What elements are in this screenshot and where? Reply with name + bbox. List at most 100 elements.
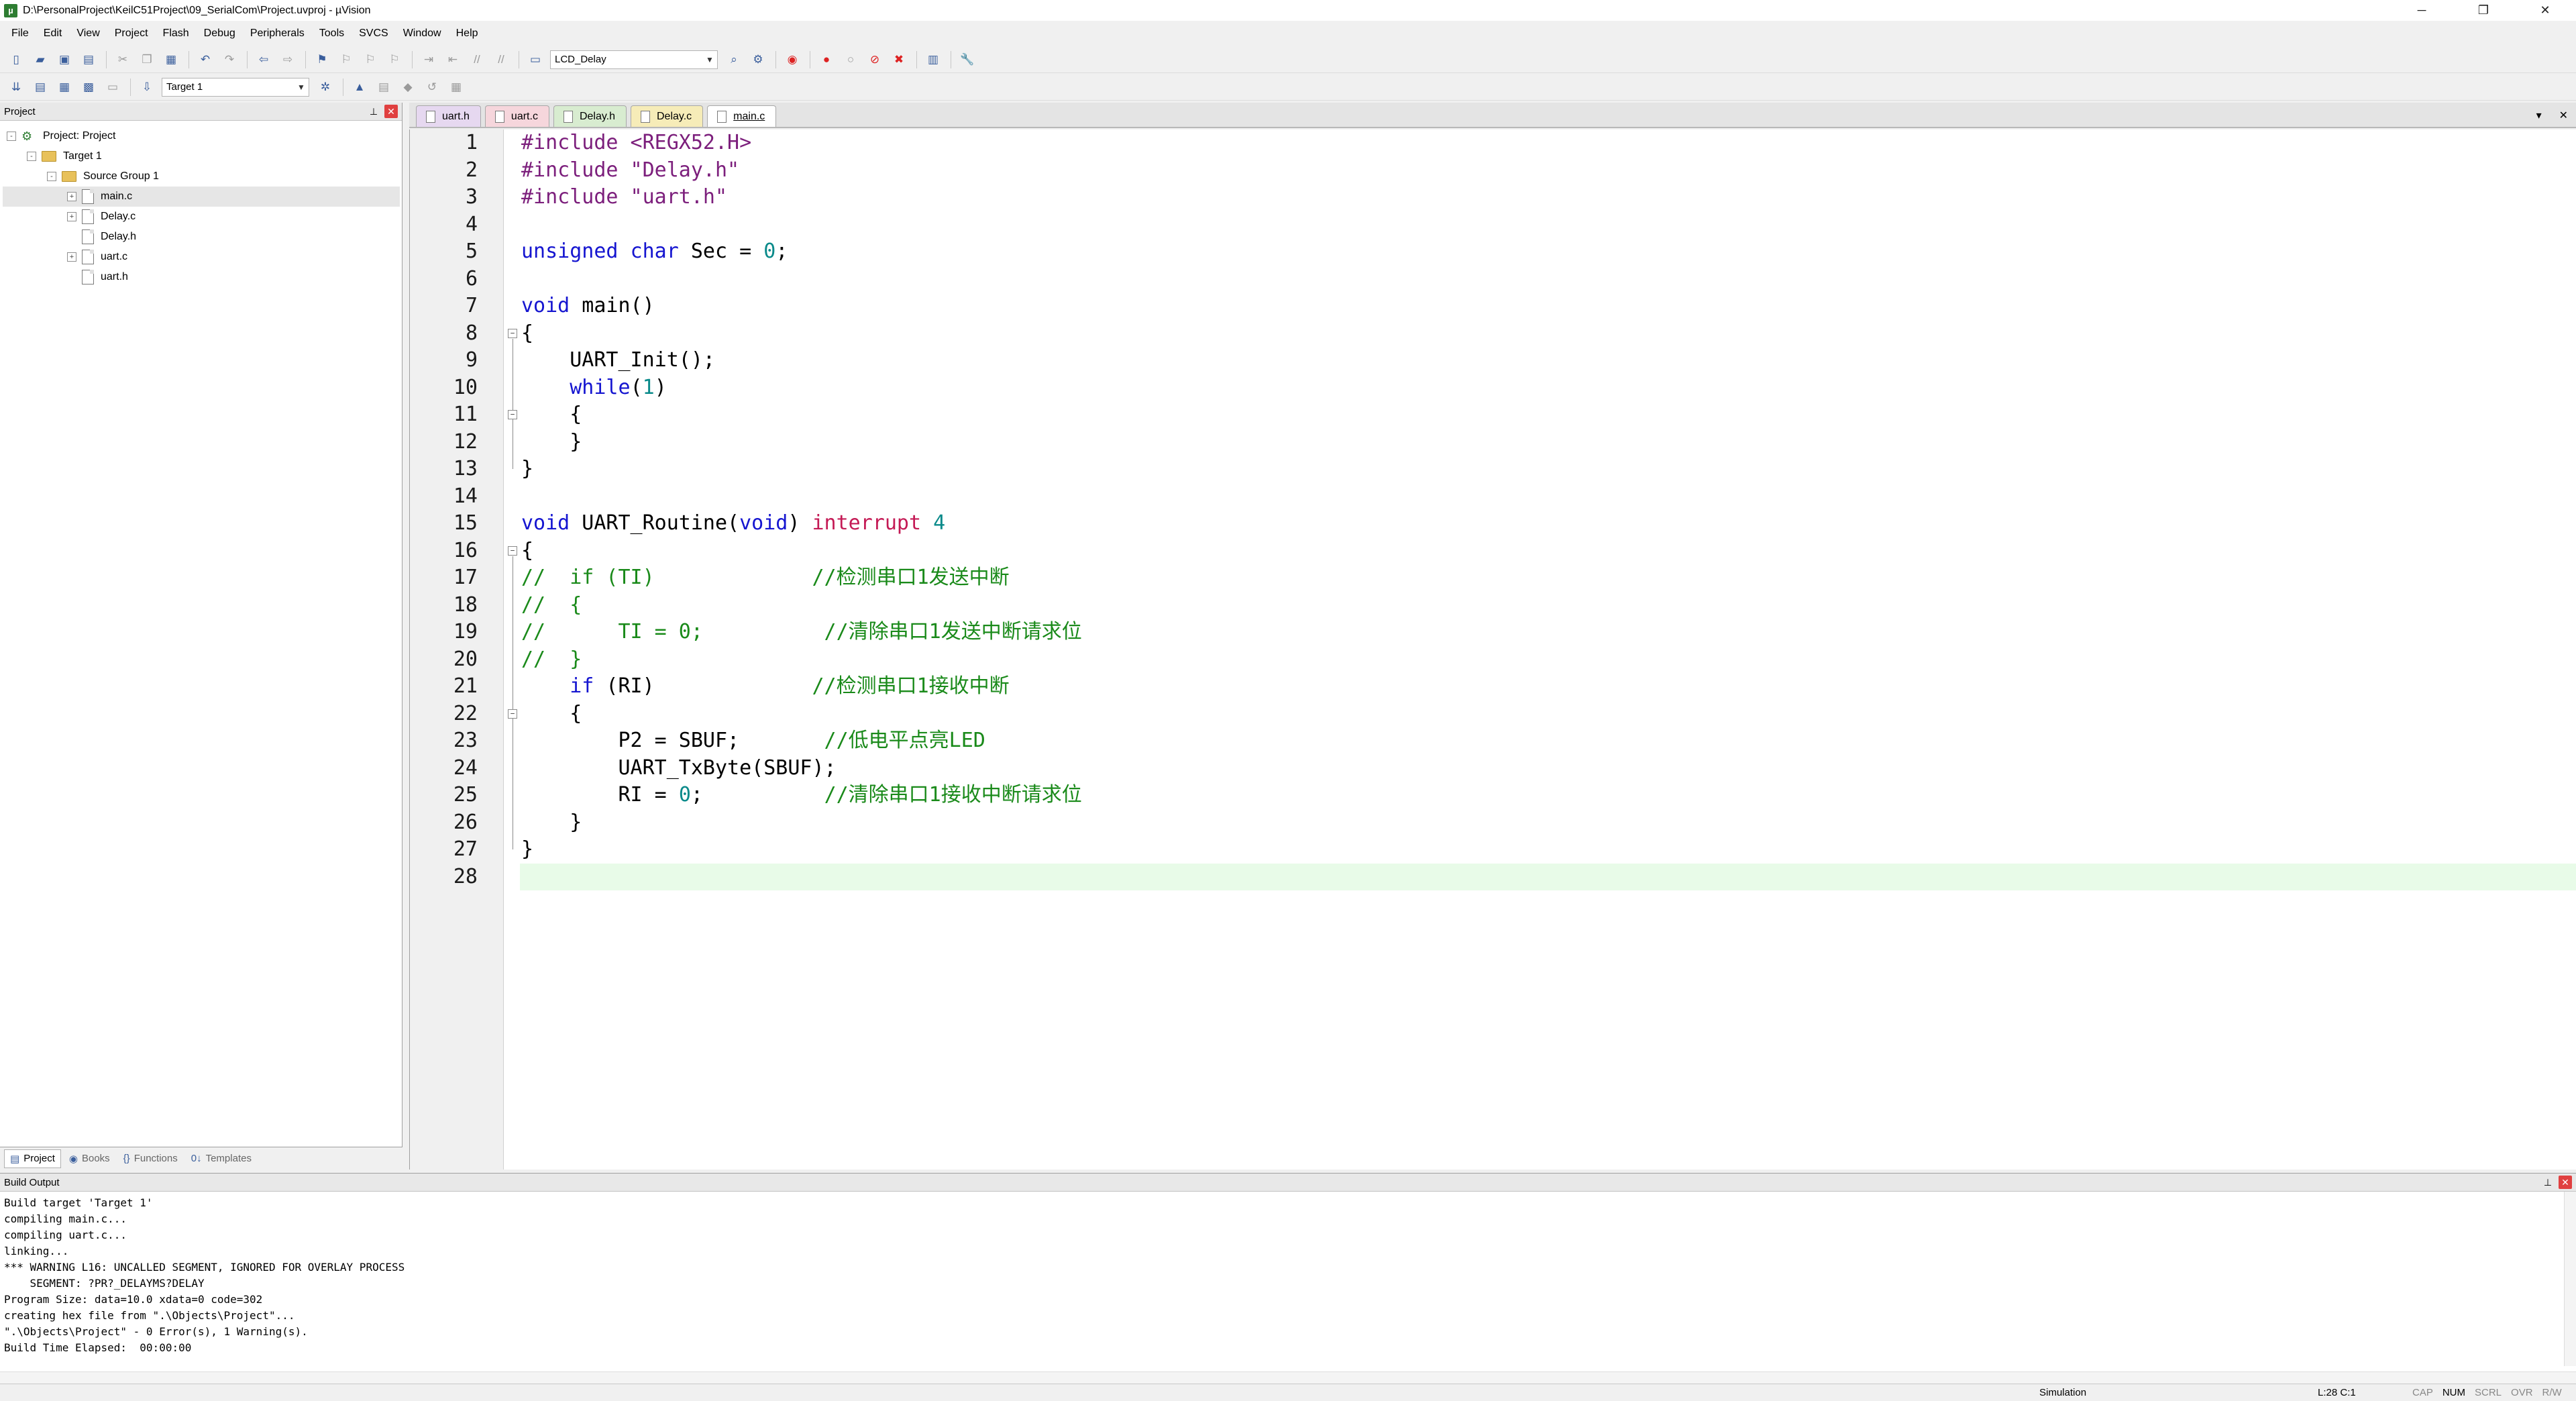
redo-icon[interactable]: ↷ — [220, 50, 239, 69]
build-output-text[interactable]: Build target 'Target 1' compiling main.c.… — [4, 1195, 405, 1356]
kill-all-breakpoints-icon[interactable]: ✖ — [890, 50, 908, 69]
code-line[interactable]: if (RI) //检测串口1接收中断 — [521, 673, 1009, 701]
navigate-forward-icon[interactable]: ⇨ — [278, 50, 297, 69]
code-line[interactable]: { — [521, 320, 533, 348]
function-combo[interactable]: LCD_Delay ▼ — [550, 50, 718, 69]
editor-tab-uart-h[interactable]: uart.h — [416, 105, 481, 127]
open-file-icon[interactable]: ▰ — [31, 50, 50, 69]
close-icon[interactable]: ✕ — [384, 105, 398, 118]
tree-item-target-1[interactable]: - Target 1 — [0, 146, 102, 166]
close-icon[interactable]: ✕ — [2559, 1176, 2572, 1189]
vertical-scrollbar[interactable] — [2564, 1192, 2576, 1366]
fold-collapse-icon[interactable]: − — [508, 328, 517, 338]
code-line[interactable]: UART_Init(); — [521, 347, 715, 374]
code-line[interactable]: void main() — [521, 293, 655, 320]
menu-help[interactable]: Help — [449, 21, 486, 46]
target-options-icon[interactable]: ✲ — [316, 78, 335, 97]
menu-project[interactable]: Project — [107, 21, 156, 46]
start-debug-icon[interactable]: ◉ — [783, 50, 802, 69]
editor-tab-main-c[interactable]: main.c — [707, 105, 777, 127]
configure-icon[interactable]: 🔧 — [958, 50, 977, 69]
code-line[interactable]: } — [521, 836, 533, 864]
tree-item-uart-h[interactable]: uart.h — [0, 267, 128, 287]
pack-installer-icon[interactable]: ↺ — [423, 78, 441, 97]
save-icon[interactable]: ▣ — [55, 50, 74, 69]
multi-project-icon[interactable]: ▦ — [447, 78, 466, 97]
manage-runtime-icon[interactable]: ◆ — [398, 78, 417, 97]
paste-icon[interactable]: ▦ — [162, 50, 180, 69]
translate-icon[interactable]: ⇊ — [7, 78, 25, 97]
breakpoint-icon[interactable]: ● — [817, 50, 836, 69]
pin-icon[interactable]: ⊥ — [367, 105, 380, 118]
tree-item-delay-c[interactable]: + Delay.c — [0, 207, 136, 227]
menu-window[interactable]: Window — [396, 21, 449, 46]
stop-build-icon[interactable]: ▭ — [103, 78, 122, 97]
clear-bookmarks-icon[interactable]: ⚐ — [385, 50, 404, 69]
tab-templates[interactable]: 0↓ Templates — [186, 1149, 257, 1168]
manage-project-items-icon[interactable]: ▲ — [350, 78, 369, 97]
minimize-button[interactable]: ─ — [2391, 0, 2453, 21]
menu-edit[interactable]: Edit — [36, 21, 70, 46]
save-all-icon[interactable]: ▤ — [79, 50, 98, 69]
pin-icon[interactable]: ⊥ — [2541, 1176, 2555, 1189]
code-line[interactable]: { — [521, 537, 533, 565]
download-icon[interactable]: ⇩ — [138, 78, 156, 97]
collapse-icon[interactable]: - — [27, 152, 36, 161]
maximize-button[interactable]: ❐ — [2453, 0, 2514, 21]
prev-bookmark-icon[interactable]: ⚐ — [337, 50, 356, 69]
code-line[interactable]: // if (TI) //检测串口1发送中断 — [521, 564, 1010, 592]
code-line[interactable]: { — [521, 701, 582, 728]
find-in-files-icon[interactable]: ▭ — [526, 50, 545, 69]
tree-item-main-c[interactable]: + main.c — [3, 187, 400, 207]
uncomment-icon[interactable]: // — [492, 50, 511, 69]
rebuild-icon[interactable]: ▦ — [55, 78, 74, 97]
collapse-icon[interactable]: - — [7, 132, 16, 141]
navigate-back-icon[interactable]: ⇦ — [254, 50, 273, 69]
build-icon[interactable]: ▤ — [31, 78, 50, 97]
code-line[interactable]: #include "Delay.h" — [521, 157, 739, 185]
menu-debug[interactable]: Debug — [197, 21, 243, 46]
code-editor[interactable]: 1 2 3 4 5 6 7 8 9 10 11 12 13 14 15 16 17 18 19 20 21 22 23 24 2… — [409, 129, 2576, 1170]
code-line[interactable]: // } — [521, 646, 582, 674]
code-line[interactable]: unsigned char Sec = 0; — [521, 238, 788, 266]
code-line[interactable]: } — [521, 429, 582, 456]
expand-icon[interactable]: + — [67, 192, 76, 201]
tab-project[interactable]: ▤ Project — [4, 1149, 61, 1168]
tree-item-source-group-1[interactable]: - Source Group 1 — [0, 166, 159, 187]
menu-file[interactable]: File — [4, 21, 36, 46]
window-layout-icon[interactable]: ▥ — [924, 50, 943, 69]
batch-build-icon[interactable]: ▩ — [79, 78, 98, 97]
code-line[interactable]: } — [521, 809, 582, 837]
code-line[interactable]: while(1) — [521, 374, 667, 402]
disable-breakpoint-icon[interactable]: ○ — [841, 50, 860, 69]
fold-collapse-icon[interactable]: − — [508, 709, 517, 719]
code-line[interactable]: void UART_Routine(void) interrupt 4 — [521, 510, 945, 537]
menu-flash[interactable]: Flash — [156, 21, 197, 46]
code-line[interactable]: P2 = SBUF; //低电平点亮LED — [521, 727, 985, 755]
menu-peripherals[interactable]: Peripherals — [243, 21, 312, 46]
code-line[interactable]: RI = 0; //清除串口1接收中断请求位 — [521, 782, 1081, 809]
unindent-icon[interactable]: ⇤ — [443, 50, 462, 69]
editor-tab-delay-c[interactable]: Delay.c — [631, 105, 704, 127]
code-line[interactable]: // { — [521, 592, 582, 619]
chevron-down-icon[interactable]: ▼ — [294, 83, 309, 92]
editor-tab-uart-c[interactable]: uart.c — [484, 105, 549, 127]
select-packs-icon[interactable]: ▤ — [374, 78, 393, 97]
code-line[interactable]: // TI = 0; //清除串口1发送中断请求位 — [521, 619, 1082, 646]
tab-books[interactable]: ◉ Books — [64, 1149, 115, 1168]
collapse-icon[interactable]: - — [47, 172, 56, 181]
bookmark-icon[interactable]: ⚑ — [313, 50, 331, 69]
fold-collapse-icon[interactable]: − — [508, 410, 517, 419]
tab-functions[interactable]: {} Functions — [118, 1149, 183, 1168]
tree-item-project-project[interactable]: - ⚙ Project: Project — [0, 126, 115, 146]
tab-menu-icon[interactable]: ▾ — [2536, 109, 2542, 122]
target-combo[interactable]: Target 1 ▼ — [162, 77, 309, 97]
new-file-icon[interactable]: ▯ — [7, 50, 25, 69]
copy-icon[interactable]: ❐ — [138, 50, 156, 69]
close-button[interactable]: ✕ — [2514, 0, 2576, 21]
menu-svcs[interactable]: SVCS — [352, 21, 396, 46]
code-line[interactable]: } — [521, 456, 533, 483]
tree-item-delay-h[interactable]: Delay.h — [0, 227, 136, 247]
menu-view[interactable]: View — [69, 21, 107, 46]
cut-icon[interactable]: ✂ — [113, 50, 132, 69]
